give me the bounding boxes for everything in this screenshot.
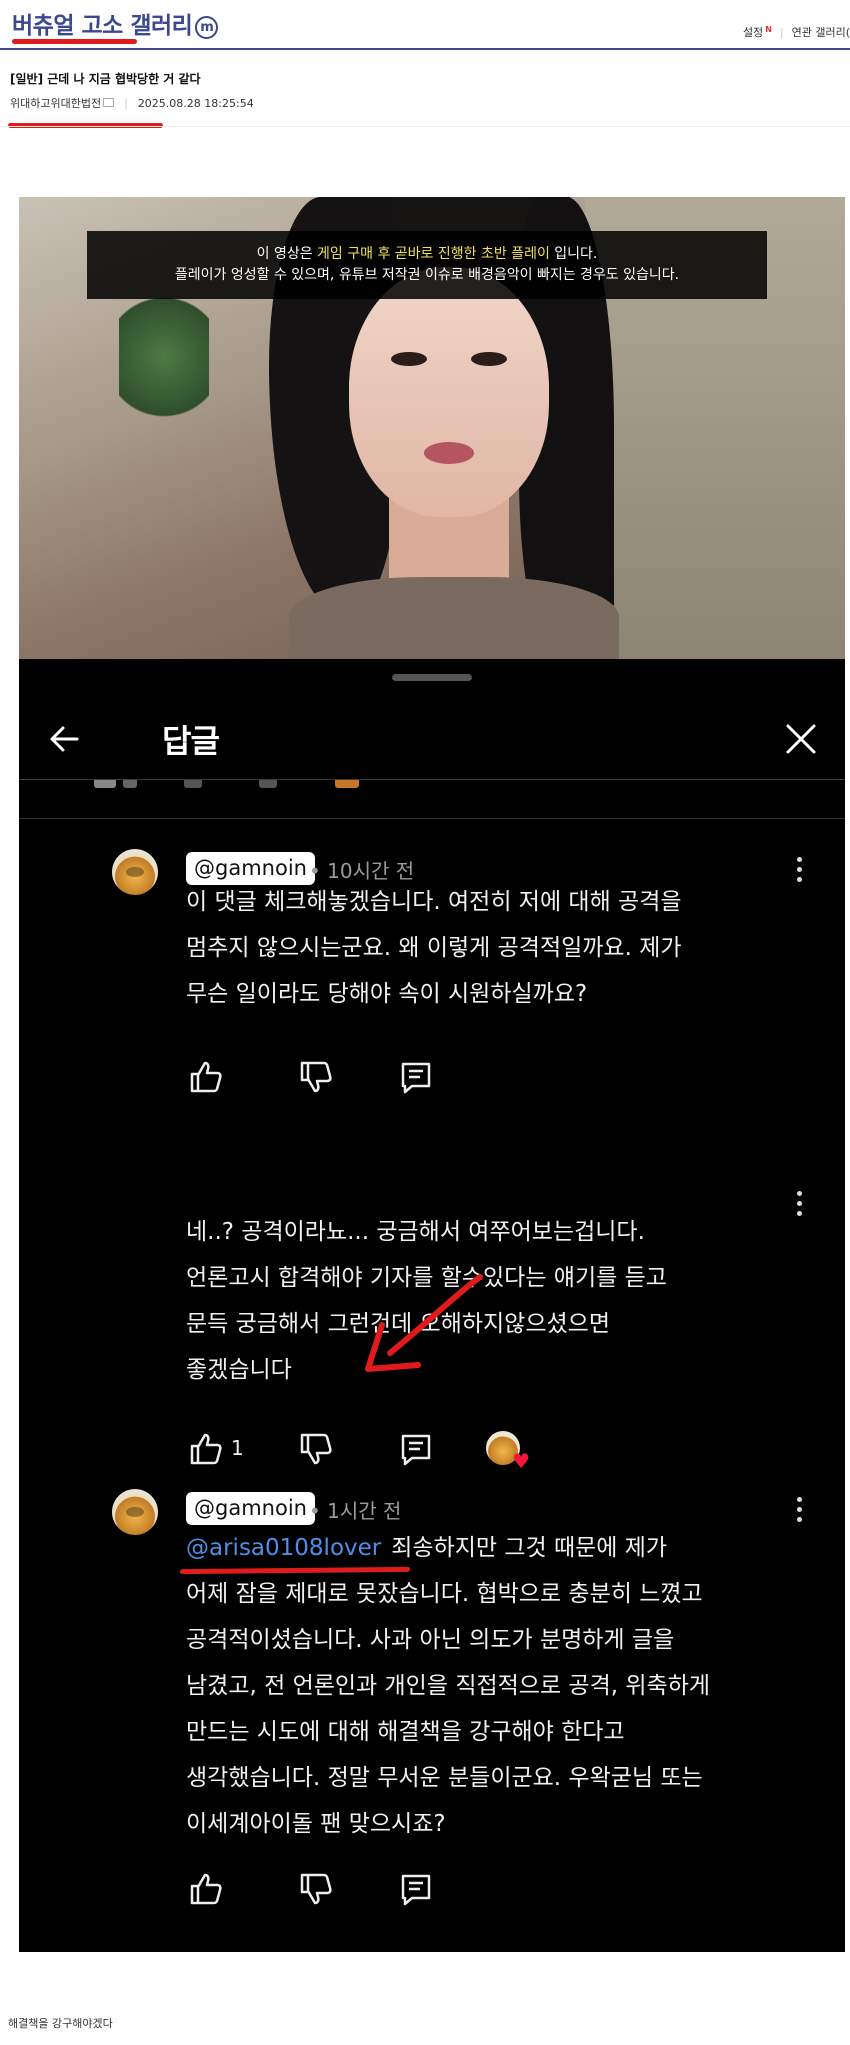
thumb-down-icon[interactable]: [296, 1429, 336, 1469]
peek-count: [123, 780, 137, 788]
caption-text-end: 입니다.: [549, 246, 598, 262]
like-count: 1: [231, 1436, 244, 1460]
red-annotation-arrow: [365, 1274, 483, 1372]
user-icon: [103, 98, 115, 107]
peek-icon: [259, 780, 277, 788]
close-icon[interactable]: [779, 717, 823, 761]
comment-line: 네..? 공격이라뇨... 궁금해서 여쭈어보는겁니다.: [186, 1219, 645, 1245]
comment-body: @arisa0108lover 죄송하지만 그것 때문에 제가 어제 잠을 제대로…: [186, 1525, 786, 1847]
link-divider: |: [779, 26, 784, 39]
lips: [424, 442, 474, 464]
video-frame[interactable]: 이 영상은 게임 구매 후 곧바로 진행한 초반 플레이 입니다. 플레이가 엉…: [19, 197, 845, 659]
more-vert-icon[interactable]: [797, 1497, 803, 1523]
peek-heart-icon: [335, 780, 359, 788]
background-plant: [119, 287, 209, 427]
peek-icon: [94, 780, 116, 788]
comment-first-line: @arisa0108lover 죄송하지만 그것 때문에 제가: [186, 1525, 786, 1571]
comment-line: 멈추지 않으시는군요. 왜 이렇게 공격적일까요. 제가: [186, 935, 682, 961]
avatar[interactable]: [112, 849, 158, 895]
reply-icon[interactable]: [396, 1057, 436, 1097]
more-vert-icon[interactable]: [797, 1191, 803, 1217]
caption-line-2: 플레이가 엉성할 수 있으며, 유튜브 저작권 이슈로 배경음악이 빠지는 경우…: [174, 267, 680, 283]
embedded-screenshot: 이 영상은 게임 구매 후 곧바로 진행한 초반 플레이 입니다. 플레이가 엉…: [19, 197, 845, 1952]
comment-body: 이 댓글 체크해놓겠습니다. 여전히 저에 대해 공격을 멈추지 않으시는군요.…: [186, 879, 786, 1017]
sheet-title: 답글: [162, 722, 220, 760]
mention-link[interactable]: @arisa0108lover: [186, 1535, 381, 1561]
comment-line: 어제 잠을 제대로 못잤습니다. 협박으로 충분히 느꼈고: [186, 1581, 703, 1607]
post-body-text: 해결책을 강구해야겠다: [8, 2017, 113, 2030]
comment-line: 무슨 일이라도 당해야 속이 시원하실까요?: [186, 981, 588, 1007]
comment-line: 공격적이셨습니다. 사과 아닌 의도가 분명하게 글을: [186, 1627, 675, 1653]
reply-icon[interactable]: [396, 1869, 436, 1909]
comment-line: 만드는 시도에 대해 해결책을 강구해야 한다고: [186, 1719, 625, 1745]
comment-line: 생각했습니다. 정말 무서운 분들이군요. 우왁굳님 또는: [186, 1765, 703, 1791]
related-gallery-link[interactable]: 연관 갤러리(: [792, 26, 850, 39]
comment-actions: 1: [186, 1429, 566, 1473]
back-arrow-icon[interactable]: [43, 717, 87, 761]
thumb-up-icon[interactable]: [186, 1869, 226, 1909]
caption-text: 이 영상은: [256, 246, 318, 262]
post-separator: [0, 126, 850, 127]
post-meta: 위대하고위대한법전 | 2025.08.28 18:25:54: [10, 95, 254, 111]
creator-heart-icon: [486, 1431, 530, 1473]
comment-line: 이 댓글 체크해놓겠습니다. 여전히 저에 대해 공격을: [186, 889, 682, 915]
comment-line: 남겼고, 전 언론인과 개인을 직접적으로 공격, 위축하게: [186, 1673, 711, 1699]
red-underline-title: [12, 39, 137, 44]
comment-line: 이세계아이돌 팬 맞으시죠?: [186, 1811, 446, 1837]
reply-icon[interactable]: [396, 1429, 436, 1469]
eye-right: [471, 352, 507, 366]
new-badge: N: [765, 25, 772, 34]
shirt: [289, 577, 619, 659]
post-author[interactable]: 위대하고위대한법전: [10, 97, 101, 110]
parent-comment-actions-peek: [19, 780, 845, 819]
post-date: 2025.08.28 18:25:54: [137, 97, 254, 110]
video-caption: 이 영상은 게임 구매 후 곧바로 진행한 초반 플레이 입니다. 플레이가 엉…: [87, 231, 767, 299]
thumb-down-icon[interactable]: [296, 1869, 336, 1909]
comment-author[interactable]: @gamnoin: [186, 1492, 315, 1525]
peek-icon: [184, 780, 202, 788]
eye-left: [391, 352, 427, 366]
minor-gallery-badge-icon: m: [195, 16, 219, 39]
sheet-header: 답글: [19, 699, 845, 780]
thumb-up-icon[interactable]: [186, 1429, 226, 1469]
caption-highlight: 게임 구매 후 곧바로 진행한 초반 플레이: [317, 246, 550, 262]
gallery-links: 설정 N | 연관 갤러리(: [743, 24, 850, 40]
thumb-down-icon[interactable]: [296, 1057, 336, 1097]
post-title: [일반] 근데 나 지금 협박당한 거 같다: [10, 72, 201, 86]
thumb-up-icon[interactable]: [186, 1057, 226, 1097]
comment-line-rest: 죄송하지만 그것 때문에 제가: [391, 1535, 668, 1561]
meta-divider: |: [124, 97, 128, 110]
avatar[interactable]: [112, 1489, 158, 1535]
more-vert-icon[interactable]: [797, 857, 803, 883]
comment-time: • 1시간 전: [309, 1499, 402, 1523]
drag-handle[interactable]: [392, 674, 472, 681]
caption-line-1: 이 영상은 게임 구매 후 곧바로 진행한 초반 플레이 입니다.: [87, 244, 767, 265]
gallery-title-text[interactable]: 버츄얼 고소 갤러리: [12, 13, 193, 39]
settings-link[interactable]: 설정: [743, 26, 763, 39]
gallery-title[interactable]: 버츄얼 고소 갤러리 m: [12, 6, 219, 40]
face: [349, 267, 549, 517]
